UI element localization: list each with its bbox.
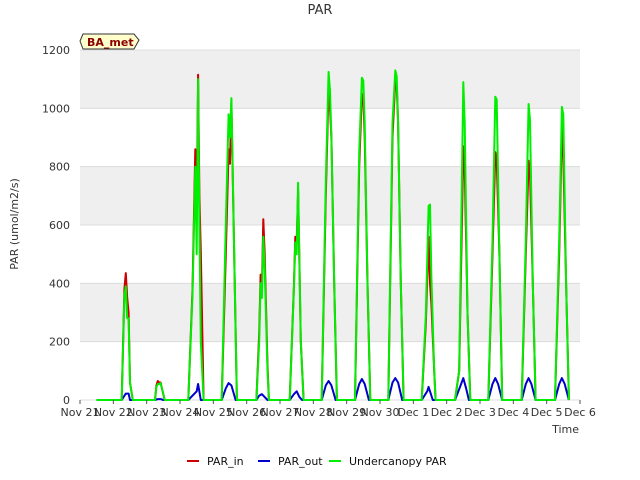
y-axis: 0 200 400 600 800 1000 1200 <box>42 44 70 407</box>
legend-label: PAR_out <box>278 455 323 468</box>
x-tick-label: Dec 4 <box>497 406 529 419</box>
chart-title: PAR <box>308 3 333 18</box>
background-band <box>80 283 580 342</box>
y-tick-label: 200 <box>49 336 70 349</box>
y-axis-label: PAR (umol/m2/s) <box>8 178 21 270</box>
x-tick-label: Dec 3 <box>464 406 496 419</box>
annotation-badge: BA_met <box>79 33 140 50</box>
y-tick-label: 1200 <box>42 44 70 57</box>
x-axis: Nov 21Nov 22Nov 23Nov 24Nov 25Nov 26Nov … <box>61 400 596 419</box>
annotation-badge-text: BA_met <box>87 36 134 49</box>
y-tick-label: 1000 <box>42 102 70 115</box>
x-tick-label: Nov 30 <box>361 406 400 419</box>
y-tick-label: 600 <box>49 219 70 232</box>
x-tick-label: Dec 2 <box>431 406 463 419</box>
x-tick-label: Dec 1 <box>397 406 429 419</box>
legend-label: Undercanopy PAR <box>349 455 447 468</box>
y-tick-label: 400 <box>49 277 70 290</box>
x-tick-label: Dec 6 <box>564 406 596 419</box>
par-chart: Nov 21Nov 22Nov 23Nov 24Nov 25Nov 26Nov … <box>8 3 596 468</box>
y-tick-label: 800 <box>49 161 70 174</box>
background-band <box>80 166 580 225</box>
y-tick-label: 0 <box>63 394 70 407</box>
x-axis-label: Time <box>551 423 579 436</box>
x-tick-label: Dec 5 <box>531 406 563 419</box>
legend: PAR_in PAR_out Undercanopy PAR <box>187 455 447 468</box>
legend-label: PAR_in <box>207 455 244 468</box>
